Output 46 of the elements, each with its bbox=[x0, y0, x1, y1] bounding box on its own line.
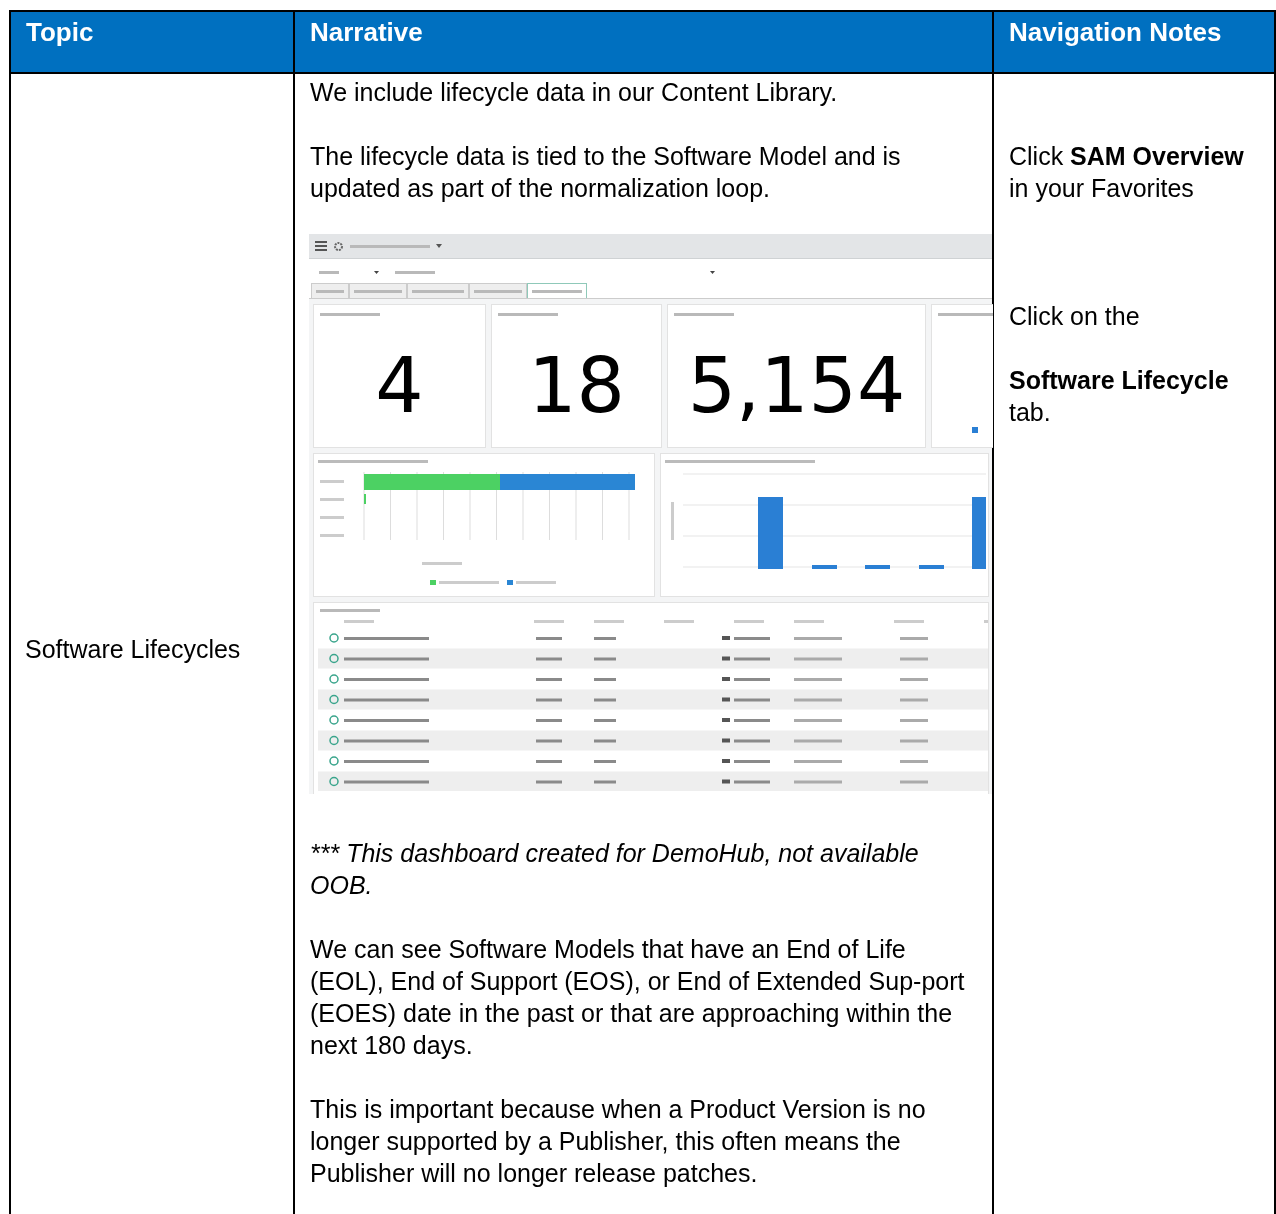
legend-swatch bbox=[430, 580, 436, 585]
blurred-axis-label bbox=[320, 498, 344, 501]
menu-icon bbox=[315, 241, 327, 251]
legend-swatch bbox=[507, 580, 513, 585]
blurred-card-title bbox=[498, 313, 558, 316]
chart-bar bbox=[758, 497, 783, 569]
blurred-legend-label bbox=[516, 581, 556, 584]
blurred-axis-label bbox=[422, 562, 462, 565]
caret-icon bbox=[710, 270, 715, 274]
navigation-note: Click SAM Overview in your Favorites bbox=[1009, 141, 1245, 204]
narrative-paragraph: This is important because when a Product Version is no longer supported by a Publisher, this often means the Publisher will no longer release patches. bbox=[310, 1094, 927, 1189]
metric-value: 4 bbox=[374, 341, 425, 431]
blurred-axis-label bbox=[320, 534, 344, 537]
blurred-table-title bbox=[320, 609, 380, 612]
chart-bar bbox=[865, 565, 890, 569]
blurred-card-title bbox=[320, 313, 380, 316]
caret-icon bbox=[374, 270, 379, 274]
dashboard-tab[interactable] bbox=[469, 283, 527, 298]
note-paragraph: *** This dashboard created for DemoHub, not available OOB. bbox=[310, 838, 920, 901]
gear-icon bbox=[333, 240, 344, 252]
blurred-card-title bbox=[938, 313, 993, 316]
blurred-axis-label bbox=[671, 502, 674, 540]
dashboard-tab[interactable] bbox=[407, 283, 469, 298]
metric-value: 18 bbox=[527, 341, 626, 431]
column-header: Topic bbox=[10, 11, 294, 73]
narrative-paragraph: We include lifecycle data in our Content Library. bbox=[310, 77, 839, 108]
narrative-paragraph: The lifecycle data is tied to the Software Model and is updated as part of the normalization loop. bbox=[310, 141, 902, 204]
navigation-note: Software Lifecycle tab. bbox=[1009, 365, 1230, 428]
navigation-note: Click on the bbox=[1009, 301, 1141, 332]
chart-bar bbox=[812, 565, 837, 569]
caret-icon bbox=[436, 244, 442, 248]
column-header: Navigation Notes bbox=[993, 11, 1275, 73]
metric-value: 5,154 bbox=[686, 341, 907, 431]
column-header: Narrative bbox=[294, 11, 993, 73]
dashboard-tab[interactable] bbox=[349, 283, 407, 298]
dashboard-tab[interactable] bbox=[527, 283, 587, 298]
narrative-paragraph: We can see Software Models that have an End of Life (EOL), End of Support (EOS), or End of Extended Sup-port (EOES) date in the past or that are approaching within the next 180 days. bbox=[310, 934, 966, 1061]
blurred-axis-label bbox=[320, 516, 344, 519]
chart-bar bbox=[972, 497, 986, 569]
legend-swatch bbox=[972, 427, 978, 433]
dashboard-tab[interactable] bbox=[311, 283, 349, 298]
blurred-legend-label bbox=[439, 581, 499, 584]
topic-text: Software Lifecycles bbox=[25, 634, 241, 663]
blurred-card-title bbox=[674, 313, 734, 316]
blurred-axis-label bbox=[320, 480, 344, 483]
chart-bar bbox=[919, 565, 944, 569]
